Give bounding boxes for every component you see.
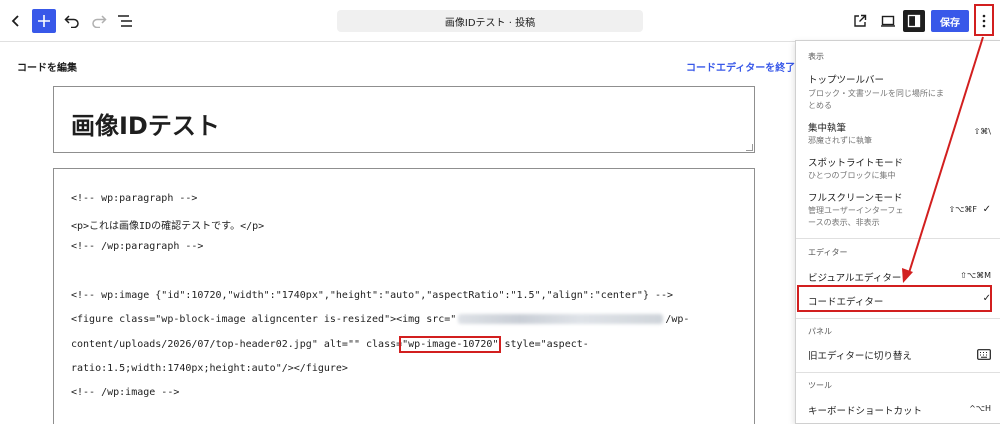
code-line: <!-- wp:paragraph --> bbox=[71, 193, 198, 204]
code-fragment: <figure class="wp-block-image aligncente… bbox=[71, 314, 457, 325]
save-button[interactable]: 保存 bbox=[931, 10, 969, 32]
code-editor-highlight bbox=[797, 285, 992, 312]
blurred-image-url bbox=[458, 314, 664, 324]
menu-item-shortcut: ⇧⌥⌘M bbox=[960, 271, 991, 280]
options-dropdown-menu: 表示 トップツールバー ブロック・文書ツールを同じ場所にま とめる 集中執筆 邪… bbox=[795, 40, 1000, 424]
preview-button[interactable] bbox=[876, 9, 900, 33]
back-button[interactable] bbox=[4, 9, 28, 33]
menu-item-shortcut: ⇧⌘\ bbox=[973, 127, 991, 136]
menu-group-heading-panel: パネル bbox=[808, 327, 832, 336]
menu-item-shortcut: ⇧⌥⌘F bbox=[948, 205, 977, 214]
code-line: <p>これは画像IDの確認テストです。</p> bbox=[71, 221, 265, 232]
menu-group-heading-tools: ツール bbox=[808, 381, 832, 390]
redo-button[interactable] bbox=[87, 9, 111, 33]
menu-item-shortcut: ^⌥H bbox=[969, 404, 991, 413]
menu-item-label: 旧エディターに切り替え bbox=[808, 351, 912, 362]
code-line: content/uploads/2026/07/top-header02.jpg… bbox=[71, 336, 589, 353]
view-post-button[interactable] bbox=[848, 9, 872, 33]
options-button-highlight bbox=[974, 4, 994, 36]
code-line: <!-- /wp:paragraph --> bbox=[71, 241, 204, 252]
chevron-left-icon bbox=[11, 15, 19, 27]
code-fragment: content/uploads/2026/07/top-header02.jpg… bbox=[71, 339, 403, 350]
resize-handle[interactable] bbox=[746, 144, 753, 151]
settings-sidebar-toggle[interactable] bbox=[903, 10, 925, 32]
menu-item-label: フルスクリーンモード bbox=[808, 193, 903, 204]
menu-divider bbox=[796, 318, 1000, 319]
document-overview-button[interactable] bbox=[113, 9, 137, 33]
sidebar-icon bbox=[907, 14, 921, 28]
code-line: <!-- wp:image {"id":10720,"width":"1740p… bbox=[71, 290, 674, 301]
code-line: ratio:1.5;width:1740px;height:auto"/></f… bbox=[71, 363, 348, 374]
menu-item-spotlight-mode[interactable]: スポットライトモード ひとつのブロックに集中 bbox=[796, 153, 1000, 185]
code-editor-heading: コードを編集 bbox=[17, 63, 77, 74]
editor-top-bar: 画像IDテスト · 投稿 保存 bbox=[0, 0, 1000, 42]
document-title-bar[interactable]: 画像IDテスト · 投稿 bbox=[337, 10, 643, 32]
plus-icon bbox=[38, 15, 50, 27]
redo-icon bbox=[92, 15, 107, 28]
post-title-text: 画像IDテスト bbox=[71, 112, 220, 140]
undo-button[interactable] bbox=[60, 9, 84, 33]
external-link-icon bbox=[854, 14, 867, 27]
menu-group-heading-view: 表示 bbox=[808, 52, 824, 61]
menu-item-description: 邪魔されずに執筆 bbox=[808, 136, 872, 145]
menu-item-keyboard-shortcuts[interactable]: キーボードショートカット ^⌥H bbox=[796, 397, 1000, 421]
code-fragment: /wp- bbox=[665, 314, 690, 325]
menu-item-description: とめる bbox=[808, 101, 832, 110]
menu-item-focus-mode[interactable]: 集中執筆 邪魔されずに執筆 ⇧⌘\ bbox=[796, 118, 1000, 150]
menu-group-heading-editor: エディター bbox=[808, 248, 848, 257]
menu-divider bbox=[796, 238, 1000, 239]
undo-icon bbox=[64, 15, 79, 28]
exit-code-editor-link[interactable]: コードエディターを終了 bbox=[686, 59, 795, 74]
code-line: <figure class="wp-block-image aligncente… bbox=[71, 314, 689, 325]
menu-item-label: キーボードショートカット bbox=[808, 406, 923, 417]
menu-item-switch-classic-editor[interactable]: 旧エディターに切り替え bbox=[796, 343, 1000, 367]
keyboard-icon bbox=[977, 349, 991, 360]
menu-item-fullscreen-mode[interactable]: フルスクリーンモード 管理ユーザーインターフェ ースの表示、非表示 ⇧⌥⌘F ✓ bbox=[796, 188, 1000, 234]
check-icon: ✓ bbox=[982, 204, 991, 215]
menu-item-description: ブロック・文書ツールを同じ場所にま bbox=[808, 89, 944, 98]
menu-item-label: 集中執筆 bbox=[808, 123, 847, 134]
add-block-button[interactable] bbox=[32, 9, 56, 33]
post-title-field[interactable]: 画像IDテスト bbox=[53, 86, 755, 153]
code-line: <!-- /wp:image --> bbox=[71, 387, 180, 398]
menu-item-description: ひとつのブロックに集中 bbox=[808, 171, 896, 180]
image-class-highlight: "wp-image-10720" bbox=[399, 336, 502, 353]
document-title: 画像IDテスト · 投稿 bbox=[444, 17, 536, 29]
save-button-label: 保存 bbox=[940, 17, 960, 29]
menu-item-top-toolbar[interactable]: トップツールバー ブロック・文書ツールを同じ場所にま とめる bbox=[796, 69, 1000, 115]
list-view-icon bbox=[118, 15, 132, 27]
desktop-icon bbox=[881, 15, 895, 27]
menu-item-description: ースの表示、非表示 bbox=[808, 218, 880, 227]
menu-item-label: ビジュアルエディター bbox=[808, 273, 902, 284]
menu-item-label: トップツールバー bbox=[808, 75, 885, 86]
menu-divider bbox=[796, 372, 1000, 373]
menu-item-label: スポットライトモード bbox=[808, 158, 904, 169]
menu-item-description: 管理ユーザーインターフェ bbox=[808, 206, 904, 215]
code-fragment: style="aspect- bbox=[498, 339, 589, 350]
code-editor-textarea[interactable]: <!-- wp:paragraph --> <p>これは画像IDの確認テストです… bbox=[53, 168, 755, 424]
